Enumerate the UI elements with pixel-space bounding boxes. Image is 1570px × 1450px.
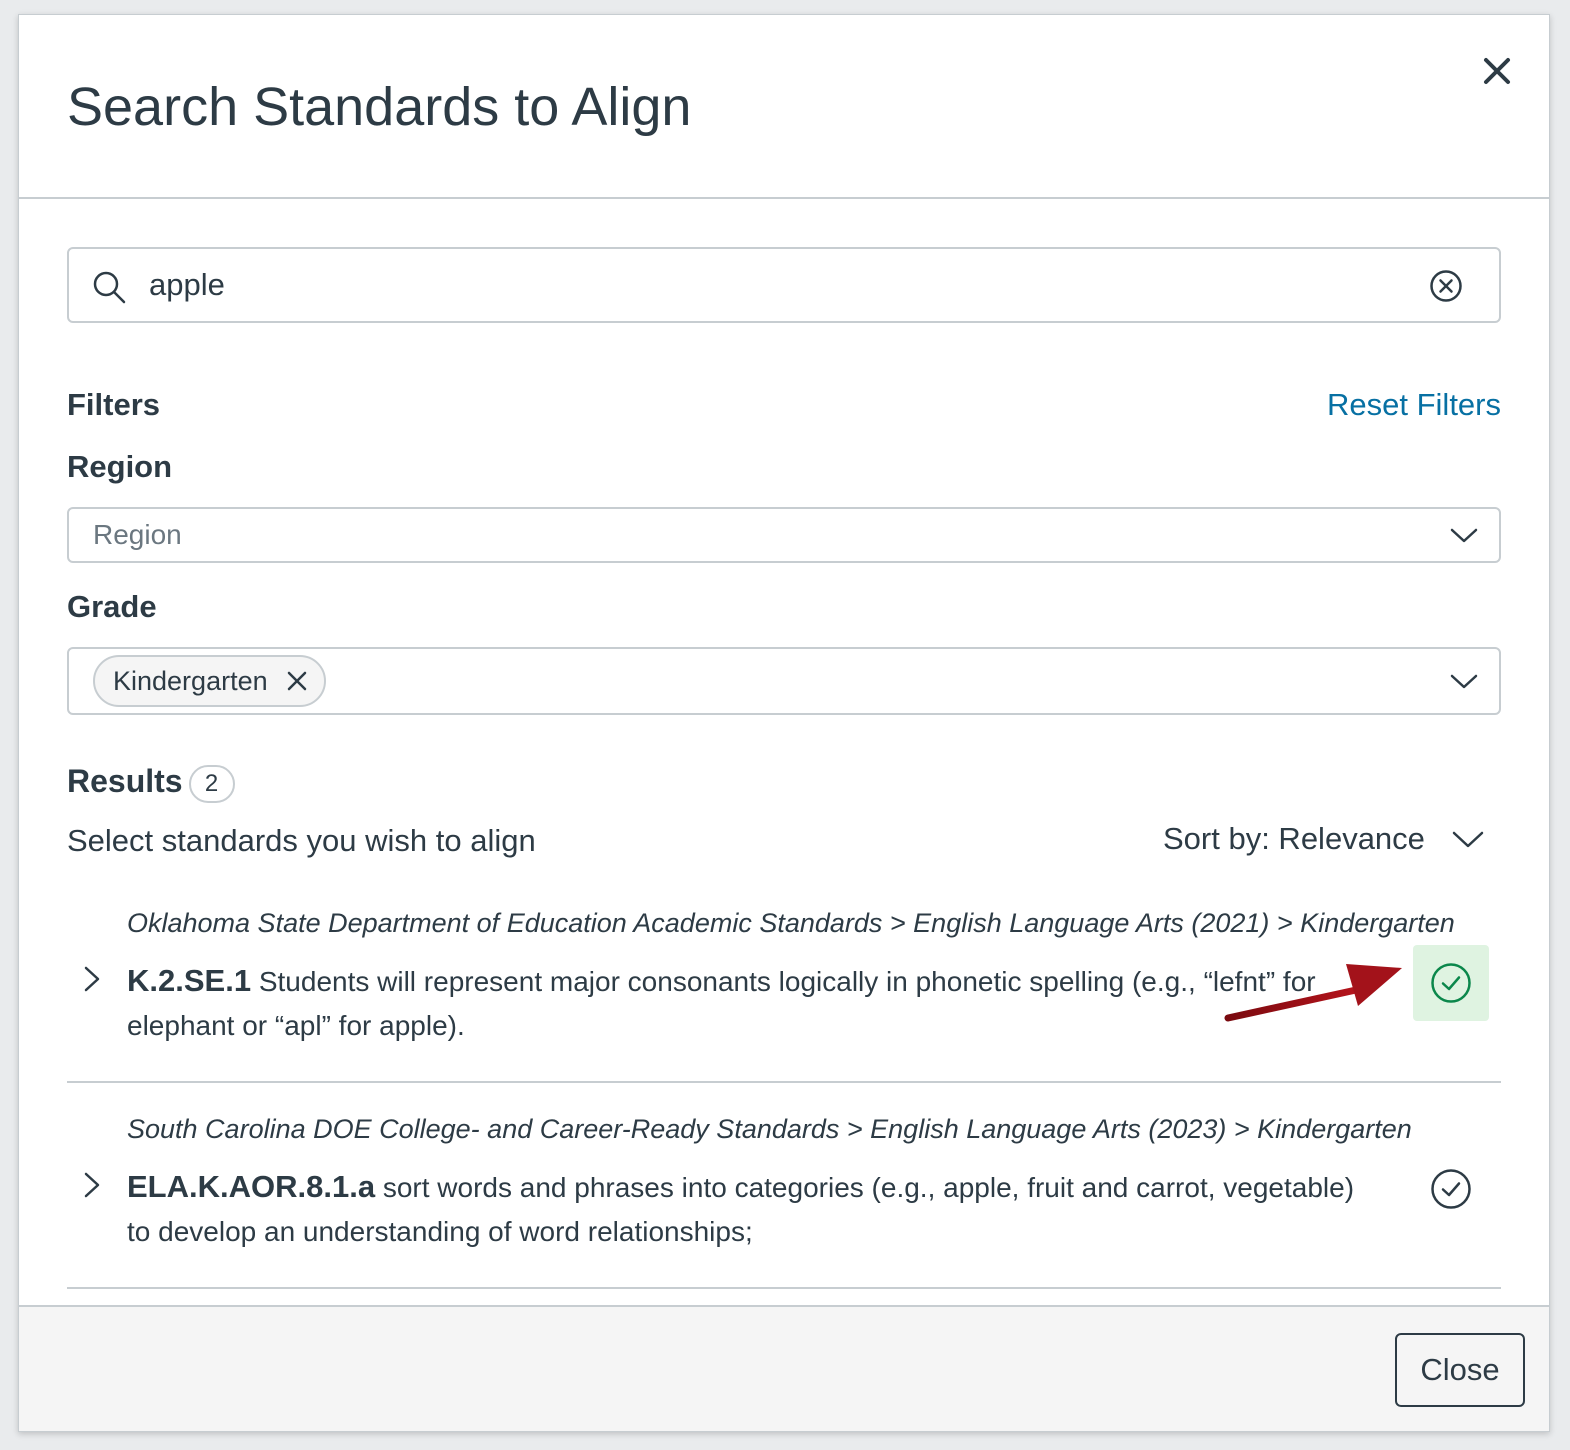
search-field	[67, 247, 1501, 323]
result-breadcrumb: Oklahoma State Department of Education A…	[127, 908, 1455, 938]
results-header: Results 2	[67, 759, 235, 803]
modal-title: Search Standards to Align	[67, 77, 692, 137]
search-standards-modal: Search Standards to Align apple Filters …	[18, 14, 1550, 1432]
grade-select[interactable]: Kindergarten	[67, 647, 1501, 715]
chevron-right-icon[interactable]	[81, 1171, 103, 1199]
close-icon[interactable]	[1477, 51, 1517, 91]
filters-heading: Filters	[67, 387, 161, 422]
close-button[interactable]: Close	[1395, 1333, 1525, 1407]
result-breadcrumb: South Carolina DOE College- and Career-R…	[127, 1114, 1412, 1144]
modal-footer: Close	[19, 1305, 1549, 1431]
standard-text: Students will represent major consonants…	[127, 966, 1316, 1041]
search-input[interactable]	[149, 259, 1409, 311]
check-circle-icon	[1431, 963, 1471, 1003]
tag-label: Kindergarten	[113, 666, 268, 696]
search-icon	[91, 269, 127, 305]
region-placeholder: Region	[93, 519, 182, 550]
check-circle-icon	[1431, 1169, 1471, 1209]
chevron-down-icon	[1449, 525, 1479, 545]
result-item: South Carolina DOE College- and Career-R…	[67, 1105, 1501, 1289]
results-label: Results	[67, 763, 183, 799]
chevron-down-icon	[1449, 671, 1479, 691]
align-toggle-button[interactable]	[1413, 945, 1489, 1021]
result-description: ELA.K.AOR.8.1.a sort words and phrases i…	[127, 1165, 1367, 1254]
reset-filters-link[interactable]: Reset Filters	[1327, 385, 1501, 425]
result-description: K.2.SE.1 Students will represent major c…	[127, 959, 1367, 1048]
chevron-down-icon	[1451, 828, 1485, 850]
sort-dropdown[interactable]: Sort by: Relevance	[1163, 819, 1485, 859]
clear-circle-icon[interactable]	[1429, 269, 1463, 303]
sort-label: Sort by: Relevance	[1163, 821, 1425, 856]
standard-code: K.2.SE.1	[127, 963, 252, 998]
standard-code: ELA.K.AOR.8.1.a	[127, 1169, 376, 1204]
remove-tag-icon[interactable]	[286, 670, 308, 692]
result-item: Oklahoma State Department of Education A…	[67, 899, 1501, 1083]
grade-label: Grade	[67, 589, 157, 624]
align-toggle-button[interactable]	[1413, 1151, 1489, 1227]
region-label: Region	[67, 449, 173, 484]
grade-tag-kindergarten: Kindergarten	[93, 655, 326, 707]
region-select[interactable]: Region	[67, 507, 1501, 563]
select-prompt: Select standards you wish to align	[67, 823, 536, 858]
chevron-right-icon[interactable]	[81, 965, 103, 993]
modal-header: Search Standards to Align	[19, 15, 1549, 199]
results-count-badge: 2	[188, 765, 235, 803]
